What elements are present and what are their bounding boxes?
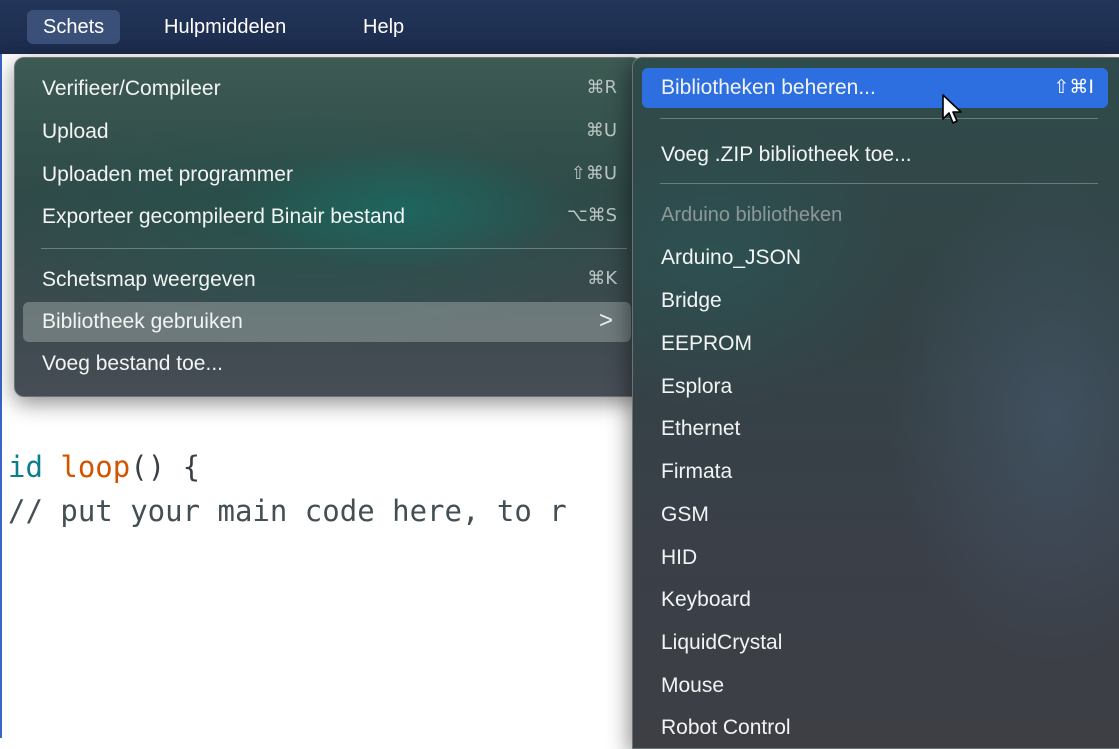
shortcut: ⌘U: [585, 120, 617, 141]
menu-item-upload[interactable]: Upload ⌘U: [23, 112, 631, 152]
manage-libraries-item[interactable]: Bibliotheken beheren... ⇧⌘I: [642, 68, 1108, 108]
library-submenu: Bibliotheken beheren... ⇧⌘I Voeg .ZIP bi…: [632, 57, 1119, 749]
menu-help[interactable]: Help: [347, 10, 420, 44]
window-edge: [0, 54, 2, 738]
library-label: GSM: [661, 503, 709, 526]
library-item[interactable]: LiquidCrystal: [642, 623, 1108, 663]
menu-item-label: Exporteer gecompileerd Binair bestand: [42, 205, 406, 228]
library-label: Esplora: [661, 375, 733, 398]
menu-item-label: Upload: [42, 120, 109, 143]
menu-item-upload-programmer[interactable]: Uploaden met programmer ⇧⌘U: [23, 155, 631, 195]
shortcut: ⌘R: [586, 77, 617, 98]
menu-item-verify[interactable]: Verifieer/Compileer ⌘R: [23, 69, 631, 109]
library-item[interactable]: Arduino_JSON: [642, 238, 1108, 278]
code-line-2: // put your main code here, to r: [8, 494, 567, 528]
library-item[interactable]: EEPROM: [642, 324, 1108, 364]
chevron-right-icon: >: [598, 307, 613, 334]
menu-item-add-file[interactable]: Voeg bestand toe...: [23, 344, 631, 384]
library-label: Firmata: [661, 460, 733, 483]
menu-item-label: Bibliotheek gebruiken: [42, 310, 243, 333]
library-item[interactable]: Mouse: [642, 666, 1108, 706]
library-item[interactable]: Keyboard: [642, 580, 1108, 620]
menu-bar: Schets Hulpmiddelen Help: [0, 0, 1119, 54]
library-label: HID: [661, 546, 698, 569]
menu-item-label: Voeg .ZIP bibliotheek toe...: [661, 143, 912, 166]
menu-item-include-library[interactable]: Bibliotheek gebruiken >: [23, 302, 631, 342]
library-label: EEPROM: [661, 332, 753, 355]
shortcut: ⇧⌘I: [1053, 76, 1094, 98]
mouse-cursor-icon: [942, 94, 962, 124]
add-zip-library-item[interactable]: Voeg .ZIP bibliotheek toe...: [642, 135, 1108, 175]
menu-item-label: Verifieer/Compileer: [42, 77, 221, 100]
library-item[interactable]: Robot Control: [642, 708, 1108, 748]
code-line-1: id loop() {: [8, 450, 200, 484]
code-editor[interactable]: id loop() { // put your main code here, …: [2, 440, 642, 560]
library-item[interactable]: Bridge: [642, 281, 1108, 321]
menu-schets[interactable]: Schets: [27, 10, 121, 44]
section-header: Arduino bibliotheken: [661, 204, 843, 226]
menu-item-label: Uploaden met programmer: [42, 163, 293, 186]
menu-separator: [660, 183, 1098, 184]
sketch-menu: Verifieer/Compileer ⌘R Upload ⌘U Uploade…: [14, 57, 642, 397]
shortcut: ⌥⌘S: [566, 205, 617, 226]
shortcut: ⇧⌘U: [570, 163, 617, 184]
menu-item-label: Bibliotheken beheren...: [661, 76, 876, 99]
library-label: Mouse: [661, 674, 725, 697]
library-label: Robot Control: [661, 716, 791, 739]
menu-item-show-sketch-folder[interactable]: Schetsmap weergeven ⌘K: [23, 260, 631, 300]
menu-item-label: Voeg bestand toe...: [42, 352, 223, 375]
library-label: Keyboard: [661, 588, 751, 611]
code-function: loop: [60, 450, 131, 484]
library-item[interactable]: Ethernet: [642, 409, 1108, 449]
menu-item-label: Schetsmap weergeven: [42, 268, 256, 291]
code-rest: () {: [130, 450, 201, 484]
menu-item-export-binary[interactable]: Exporteer gecompileerd Binair bestand ⌥⌘…: [23, 197, 631, 237]
shortcut: ⌘K: [587, 268, 617, 289]
library-item[interactable]: GSM: [642, 495, 1108, 535]
code-keyword: id: [8, 450, 43, 484]
menu-separator: [41, 248, 627, 249]
library-label: Arduino_JSON: [661, 246, 802, 269]
library-label: Bridge: [661, 289, 722, 312]
library-item[interactable]: Firmata: [642, 452, 1108, 492]
menu-hulpmiddelen[interactable]: Hulpmiddelen: [148, 10, 302, 44]
library-label: LiquidCrystal: [661, 631, 783, 654]
library-item[interactable]: Esplora: [642, 367, 1108, 407]
library-label: Ethernet: [661, 417, 741, 440]
library-item[interactable]: HID: [642, 538, 1108, 578]
menu-separator: [660, 118, 1098, 119]
